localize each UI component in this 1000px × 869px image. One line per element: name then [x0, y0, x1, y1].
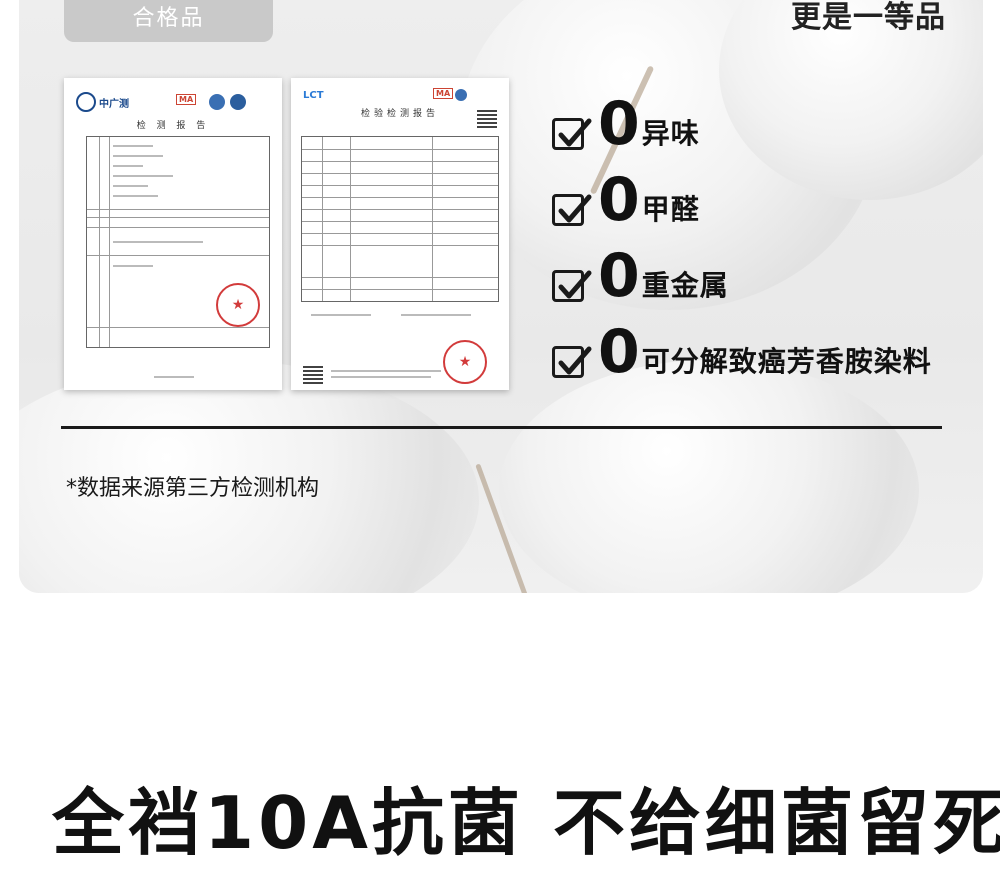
qualified-badge: 合格品 — [64, 0, 273, 42]
report-title: 检 测 报 告 — [136, 121, 210, 131]
cnas-circle-icon — [230, 94, 246, 110]
claim-zero: 0 — [598, 89, 640, 159]
cert-circle-icon — [455, 89, 467, 101]
checkbox-checked-icon — [552, 118, 592, 150]
data-source-note: *数据来源第三方检测机构 — [66, 476, 320, 501]
red-seal-stamp: ★ — [216, 283, 260, 327]
checkbox-checked-icon — [552, 346, 592, 378]
cotton-decoration — [499, 360, 919, 593]
report-table — [301, 136, 499, 302]
claim-text: 异味 — [641, 117, 700, 150]
claim-text: 可分解致癌芳香胺染料 — [641, 345, 932, 378]
test-report-image-1: 中广测 MA 检 测 报 告 ★ — [64, 78, 282, 390]
claim-no-heavy-metal: 0 重金属 — [552, 246, 729, 306]
report-logo: LCT — [303, 90, 324, 101]
logo-circle-icon — [76, 92, 96, 112]
claim-no-formaldehyde: 0 甲醛 — [552, 170, 700, 230]
claim-no-azo-dye: 0 可分解致癌芳香胺染料 — [552, 322, 932, 382]
report-brand: 中广测 — [99, 98, 129, 110]
test-report-image-2: LCT MA 检验检测报告 ★ — [291, 78, 509, 390]
claim-no-odor: 0 异味 — [552, 94, 700, 154]
report-title: 检验检测报告 — [360, 109, 439, 119]
checkbox-checked-icon — [552, 194, 592, 226]
section-divider — [61, 426, 942, 429]
badge-label: 合格品 — [132, 6, 205, 31]
ma-mark: MA — [433, 88, 454, 99]
report-logo: 中广测 — [76, 92, 129, 112]
qr-code-icon — [303, 364, 323, 384]
checkbox-checked-icon — [552, 270, 592, 302]
claim-zero: 0 — [598, 241, 640, 311]
bottom-heading: 全裆10A抗菌 不给细菌留死 — [52, 781, 1000, 865]
top-right-heading: 更是一等品 — [791, 0, 946, 35]
claim-text: 甲醛 — [641, 193, 700, 226]
claim-zero: 0 — [598, 165, 640, 235]
red-seal-stamp: ★ — [443, 340, 487, 384]
ma-mark: MA — [176, 94, 197, 105]
claim-zero: 0 — [598, 317, 640, 387]
cert-circle-icon — [209, 94, 225, 110]
claim-text: 重金属 — [641, 269, 729, 302]
